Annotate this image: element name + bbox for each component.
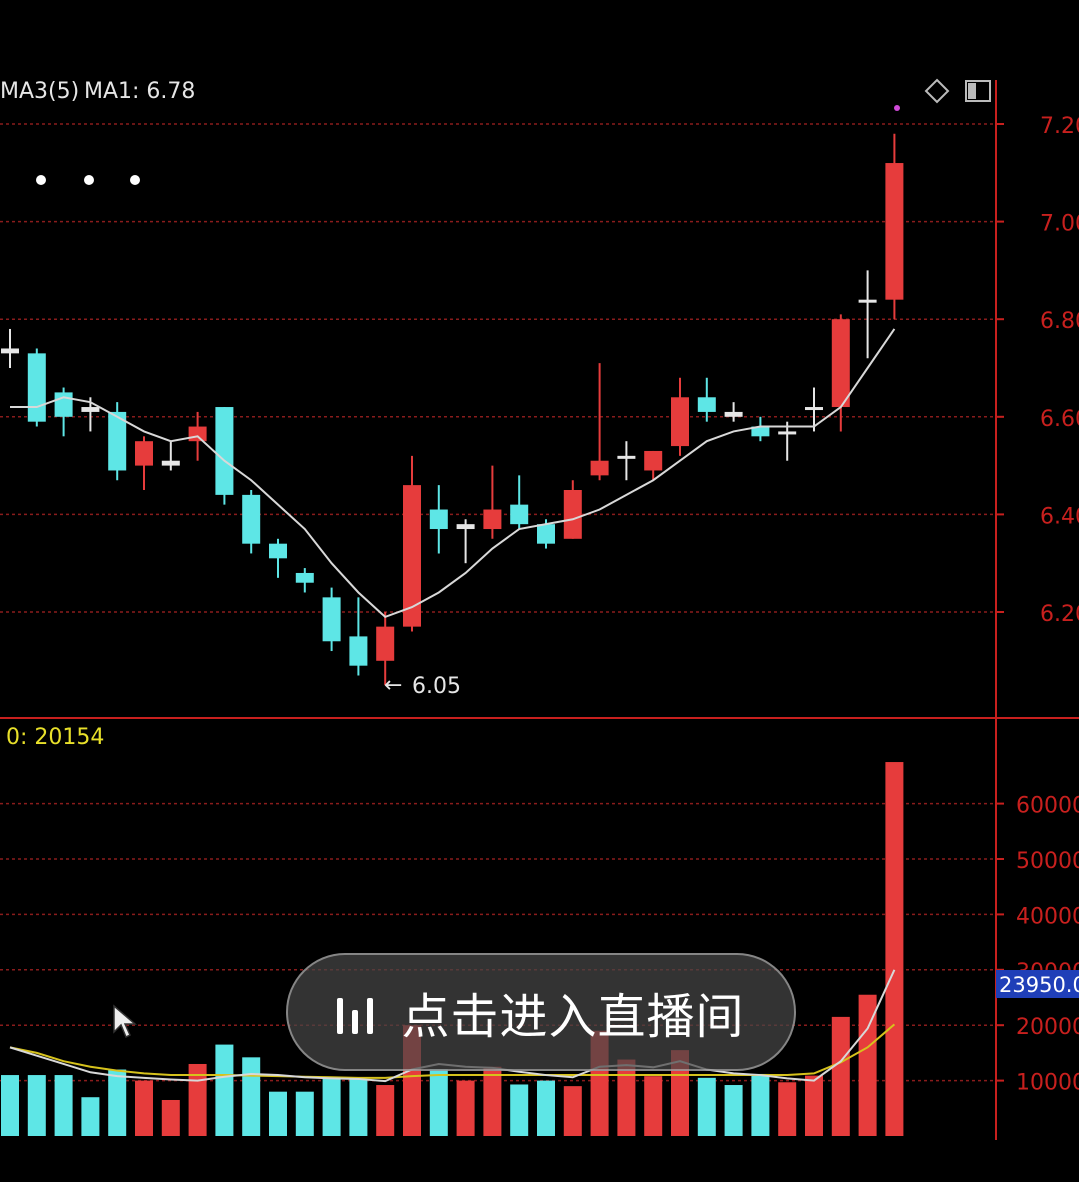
candle-body xyxy=(510,504,529,525)
candle-body xyxy=(590,460,609,476)
volume-bar xyxy=(751,1073,770,1136)
price-tick-label: 7.20 xyxy=(1040,114,1079,139)
ma1-indicator-label: MA1: 6.78 xyxy=(84,79,195,104)
volume-bar xyxy=(108,1069,127,1136)
volume-bar xyxy=(563,1086,582,1136)
candle-body xyxy=(269,543,287,559)
volume-tick-label: 50000 xyxy=(1016,849,1079,874)
candle-body xyxy=(81,407,100,412)
candle-body xyxy=(403,485,421,627)
candle-body xyxy=(161,460,180,466)
price-tick-label: 6.20 xyxy=(1040,602,1079,627)
volume-indicator-label: 0: 20154 xyxy=(6,725,104,750)
volume-bar xyxy=(1,1075,19,1136)
candlestick-series xyxy=(1,133,904,686)
candle-body xyxy=(322,597,341,642)
candle-body xyxy=(376,626,395,661)
candle-body xyxy=(858,299,877,303)
volume-bar xyxy=(831,1016,850,1136)
candle-body xyxy=(805,407,823,411)
candle-body xyxy=(617,455,636,459)
low-price-marker: ← 6.05 xyxy=(384,673,461,699)
volume-bar xyxy=(242,1057,261,1136)
price-tick-label: 7.00 xyxy=(1040,212,1079,237)
candle-body xyxy=(215,407,234,495)
grid-lines xyxy=(0,123,996,1082)
diamond-icon[interactable] xyxy=(924,78,950,104)
candle-body xyxy=(724,411,743,417)
volume-bar xyxy=(483,1066,502,1136)
more-options-icon[interactable] xyxy=(36,175,140,185)
volume-bar xyxy=(724,1085,743,1136)
audio-bars-icon xyxy=(337,990,374,1034)
candle-body xyxy=(54,392,73,417)
volume-bar xyxy=(697,1077,716,1136)
volume-bar xyxy=(215,1044,234,1136)
volume-bar xyxy=(269,1091,287,1136)
volume-tick-label: 20000 xyxy=(1016,1015,1079,1040)
price-tick-label: 6.60 xyxy=(1040,407,1079,432)
mouse-cursor-icon xyxy=(113,1004,138,1039)
volume-tick-label: 40000 xyxy=(1016,904,1079,929)
volume-bar xyxy=(456,1080,475,1136)
candle-body xyxy=(644,450,663,471)
volume-bar xyxy=(54,1075,73,1136)
volume-marker-label: 23950.0 xyxy=(999,973,1079,997)
volume-bar xyxy=(778,1082,797,1136)
high-marker-dot xyxy=(894,105,900,111)
volume-bar xyxy=(617,1059,636,1136)
volume-bar xyxy=(644,1076,663,1136)
ma-indicator-label: MA3(5) xyxy=(0,79,79,104)
candle-body xyxy=(188,426,207,442)
volume-bar xyxy=(885,762,904,1136)
volume-bar xyxy=(429,1069,448,1136)
volume-bar xyxy=(510,1084,529,1136)
price-tick-label: 6.40 xyxy=(1040,504,1079,529)
chart-toolbar xyxy=(924,78,992,104)
candle-body xyxy=(242,494,261,544)
volume-bar xyxy=(805,1075,823,1136)
candle-body xyxy=(831,319,850,408)
candle-body xyxy=(697,397,716,412)
volume-bar xyxy=(322,1076,341,1136)
volume-bar xyxy=(135,1080,153,1136)
candle-body xyxy=(563,490,582,539)
candle-body xyxy=(429,509,448,530)
candle-body xyxy=(885,163,904,300)
volume-tick-label: 10000 xyxy=(1016,1071,1079,1096)
candle-body xyxy=(27,353,46,422)
candle-body xyxy=(1,348,19,354)
moving-average-line xyxy=(10,328,896,619)
candle-body xyxy=(456,524,475,530)
volume-bar xyxy=(81,1097,100,1136)
candle-body xyxy=(671,397,689,447)
panel-toggle-icon[interactable] xyxy=(964,78,992,104)
candle-body xyxy=(483,509,502,530)
candle-body xyxy=(537,524,555,544)
candle-body xyxy=(778,431,797,435)
low-arrow-icon: ← xyxy=(384,673,402,698)
volume-tick-label: 60000 xyxy=(1016,794,1079,819)
low-price-label: 6.05 xyxy=(412,674,461,699)
volume-bar xyxy=(376,1085,395,1136)
candle-body xyxy=(135,441,153,466)
volume-bar xyxy=(295,1091,314,1136)
volume-bar xyxy=(27,1075,46,1136)
candle-body xyxy=(295,572,314,583)
volume-bar xyxy=(161,1099,180,1136)
enter-live-room-button[interactable]: 点击进入直播间 xyxy=(286,953,796,1071)
candle-body xyxy=(349,636,368,666)
volume-bar xyxy=(537,1080,555,1136)
price-tick-label: 6.80 xyxy=(1040,309,1079,334)
live-room-label: 点击进入直播间 xyxy=(401,989,745,1045)
volume-bar xyxy=(349,1079,368,1136)
